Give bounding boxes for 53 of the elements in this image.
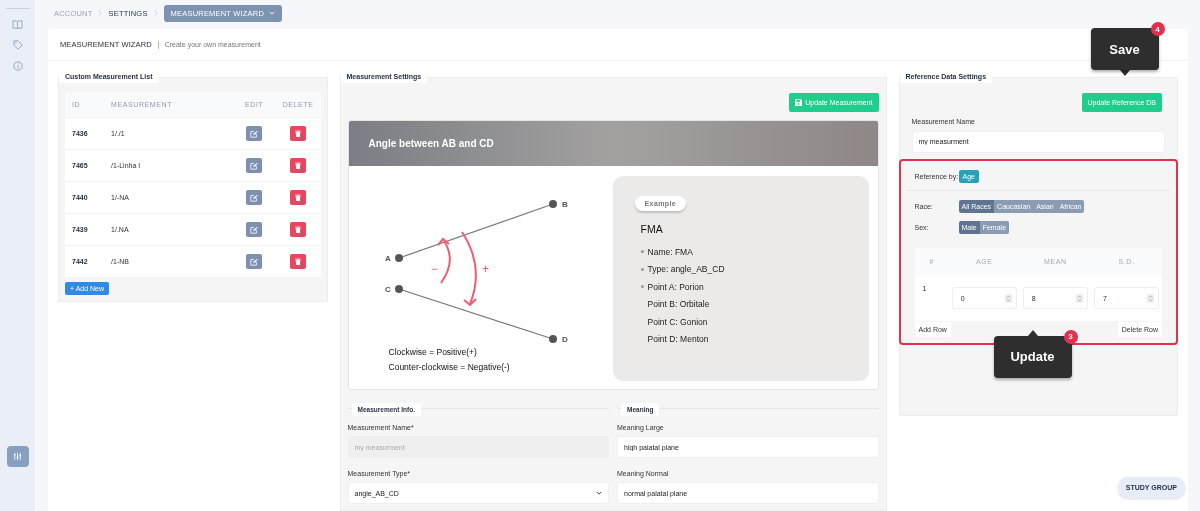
point-label: B (561, 200, 568, 209)
edit-icon (250, 257, 259, 266)
trash-icon (295, 226, 302, 233)
point-label: C (384, 285, 391, 294)
edit-button[interactable] (246, 222, 263, 237)
edit-button[interactable] (246, 158, 263, 173)
example-item: Point D: Menton (647, 334, 709, 345)
delete-button[interactable] (290, 126, 307, 141)
card-title: Angle between AB and CD (368, 138, 494, 149)
minus-sign: − (430, 262, 438, 276)
counterclockwise-arrow (436, 237, 451, 284)
spinner-icon (1147, 293, 1154, 303)
plus-sign: + (481, 262, 489, 276)
chevron-down-icon (269, 11, 276, 15)
spinner-icon (1004, 293, 1012, 303)
example-item: Point C: Gonion (647, 316, 708, 327)
save-icon (795, 99, 803, 106)
settings-button[interactable] (6, 446, 29, 467)
edit-icon (250, 193, 259, 202)
chevron-down-icon (596, 491, 602, 495)
bullet-icon (640, 285, 644, 289)
trash-icon (295, 258, 302, 265)
delete-button[interactable] (290, 254, 307, 269)
trash-icon (295, 130, 302, 137)
example-item: Point B: Orbitale (647, 299, 710, 310)
edit-button[interactable] (246, 254, 263, 269)
edit-button[interactable] (246, 190, 263, 205)
example-item: Point A: Porion (647, 281, 704, 292)
delete-button[interactable] (290, 158, 307, 173)
info-icon[interactable] (12, 61, 23, 71)
example-title: FMA (640, 223, 663, 235)
edit-icon (250, 129, 259, 138)
rotation-note: Counter-clockwise = Negative(-) (388, 361, 511, 374)
bullet-icon (640, 267, 644, 271)
trash-icon (295, 194, 302, 201)
bullet-icon (640, 250, 644, 254)
edit-button[interactable] (246, 126, 263, 141)
chevron-right-icon (98, 10, 103, 16)
spinner-icon (1075, 293, 1083, 303)
trash-icon (295, 162, 302, 169)
delete-button[interactable] (290, 190, 307, 205)
point-label: D (561, 335, 568, 344)
rotation-note: Clockwise = Positive(+) (388, 346, 478, 359)
edit-icon (250, 161, 259, 170)
example-item: Type: angle_AB_CD (647, 264, 725, 275)
point-label: A (384, 254, 391, 263)
edit-icon (250, 225, 259, 234)
example-item: Name: FMA (647, 246, 693, 257)
tag-icon[interactable] (12, 40, 23, 50)
book-icon[interactable] (12, 20, 23, 29)
chevron-right-icon (153, 10, 158, 16)
delete-button[interactable] (290, 222, 307, 237)
sliders-icon (13, 452, 22, 461)
